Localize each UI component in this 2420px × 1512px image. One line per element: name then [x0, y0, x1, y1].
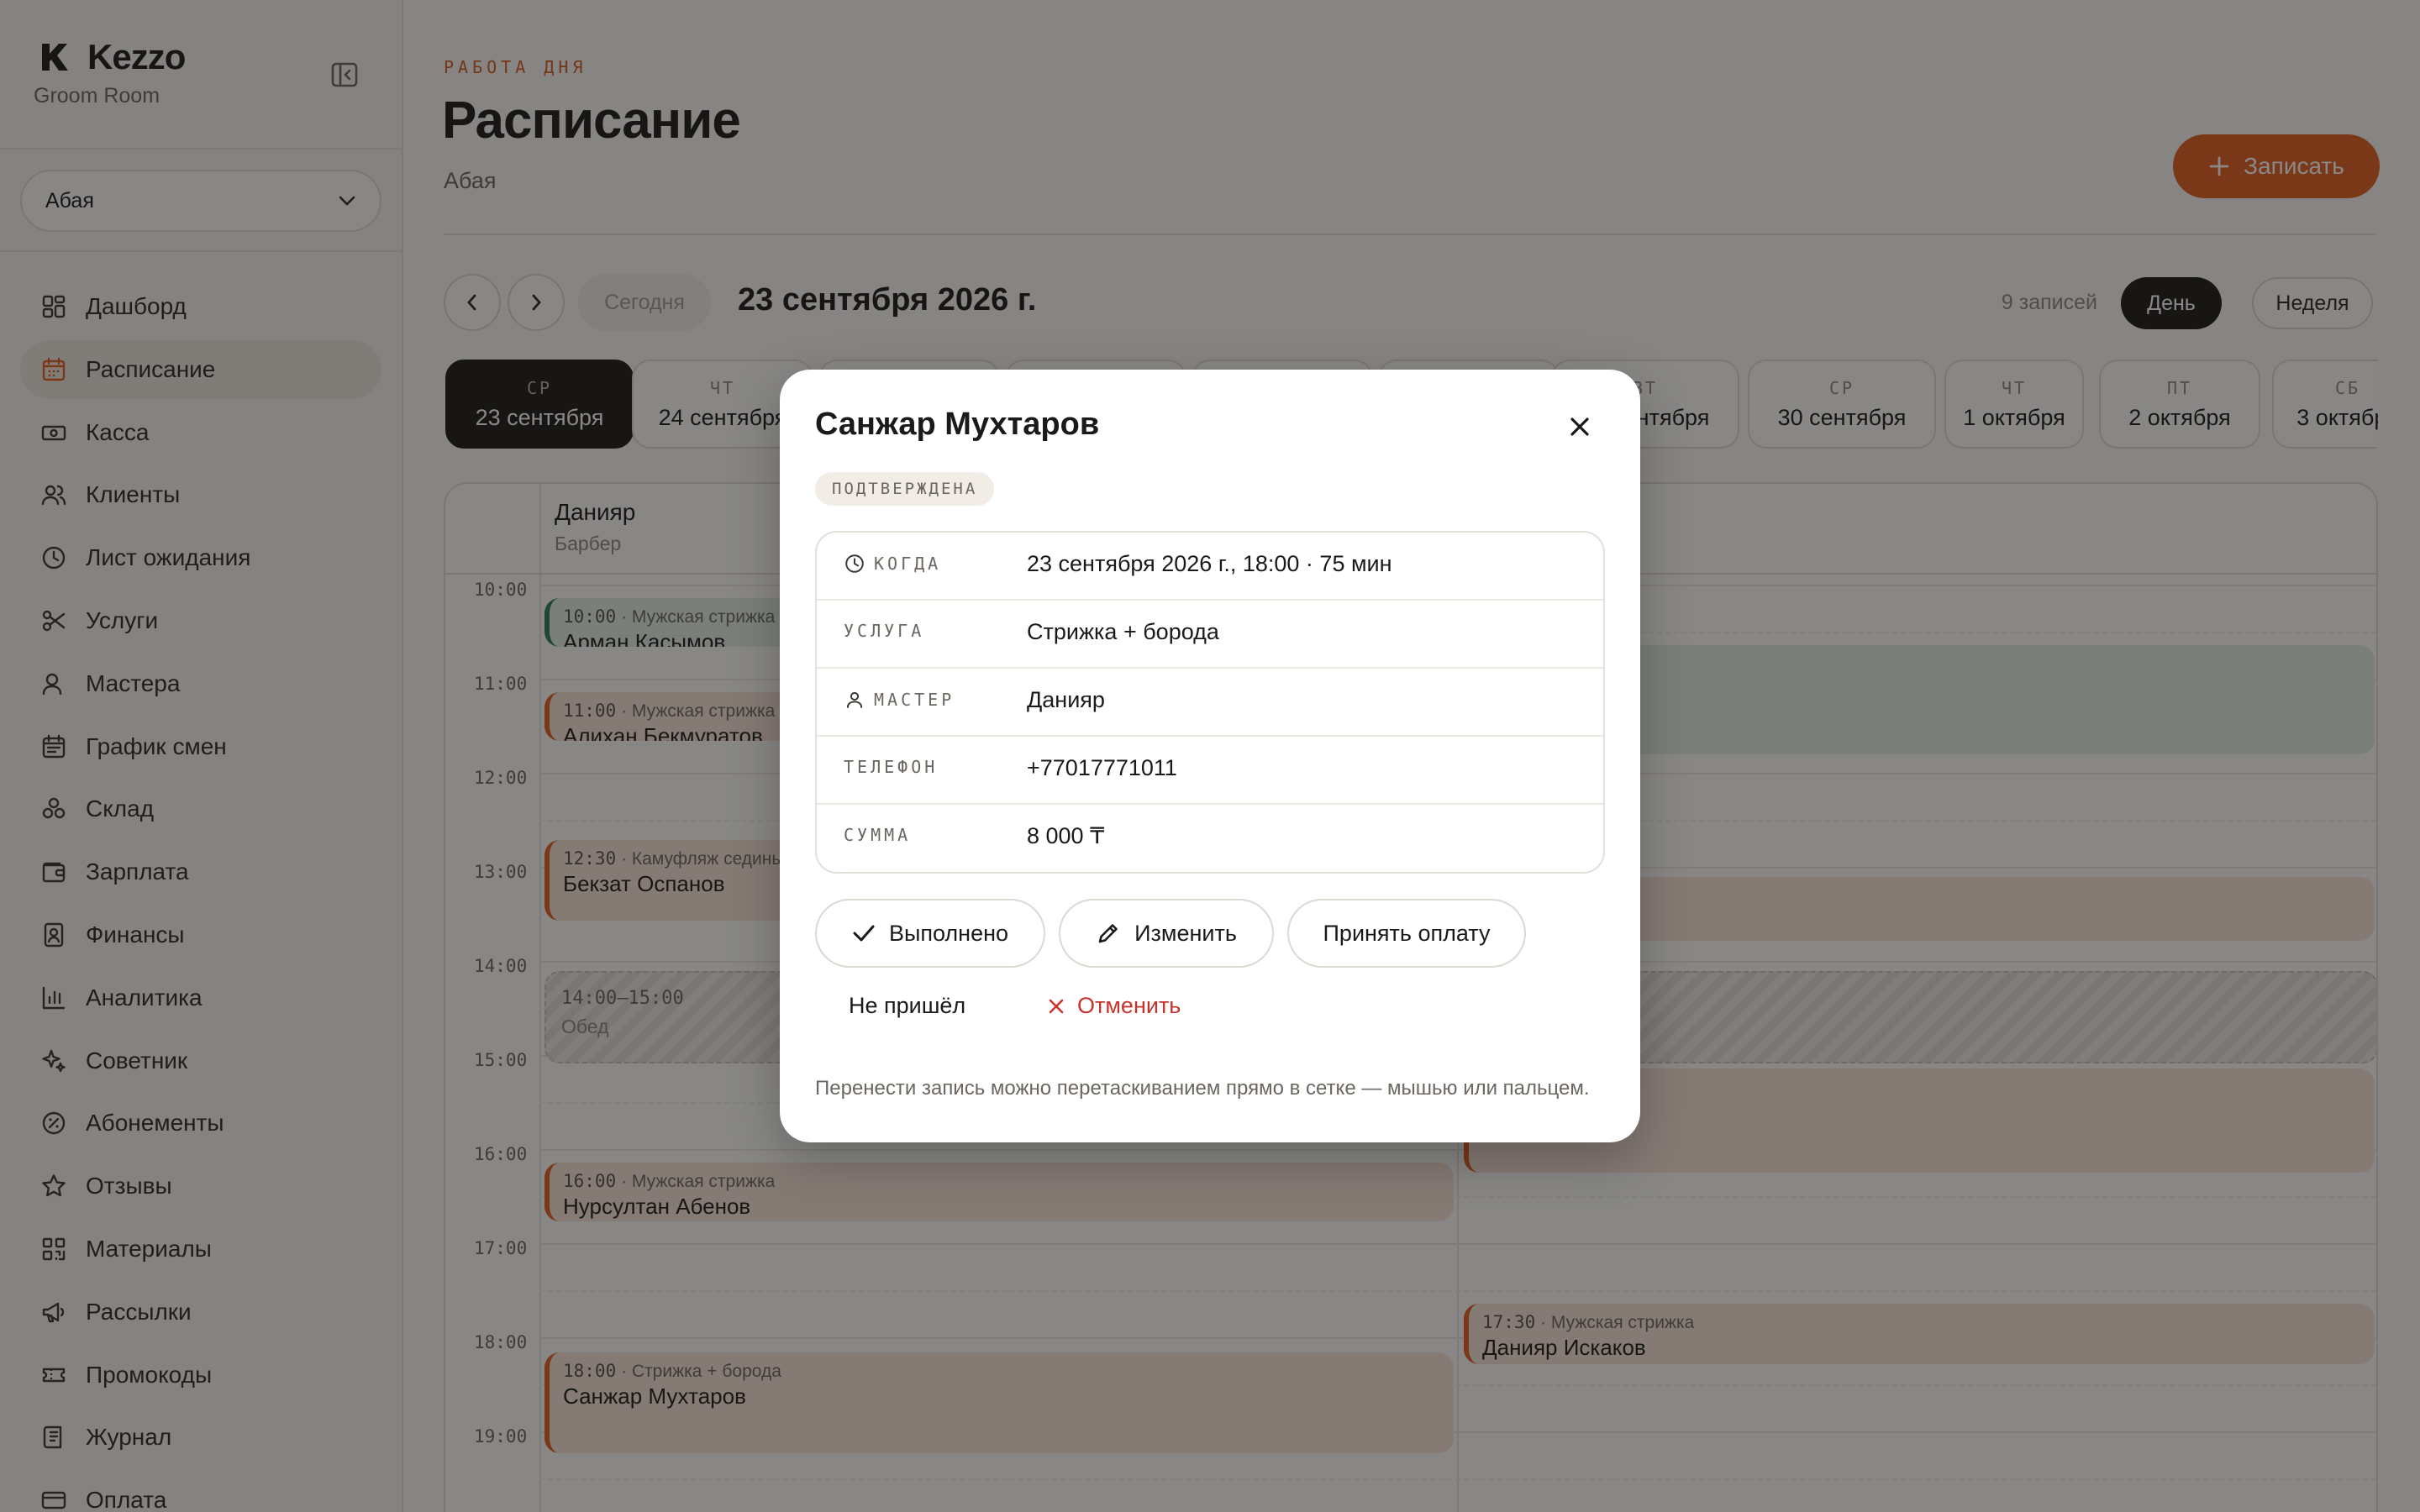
modal-title: Санжар Мухтаров [815, 407, 1100, 442]
check-icon [853, 925, 875, 942]
appointment-details: КОГДА 23 сентября 2026 г., 18:00 · 75 ми… [815, 531, 1605, 874]
detail-value: 23 сентября 2026 г., 18:00 · 75 мин [1027, 551, 1392, 576]
cancel-appointment-button[interactable]: Отменить [1047, 993, 1181, 1019]
clock-icon [845, 554, 864, 573]
detail-key-label: ТЕЛЕФОН [844, 757, 939, 777]
detail-value: Данияр [1027, 687, 1105, 712]
detail-row: СУММА 8 000 ₸ [817, 805, 1603, 872]
detail-key-label: КОГДА [874, 554, 942, 574]
detail-value: 8 000 ₸ [1027, 823, 1105, 848]
detail-row: КОГДА 23 сентября 2026 г., 18:00 · 75 ми… [817, 533, 1603, 601]
detail-key: ТЕЛЕФОН [844, 757, 938, 777]
detail-key: МАСТЕР [844, 689, 955, 711]
no-show-label: Не пришёл [849, 993, 966, 1018]
detail-row: УСЛУГА Стрижка + борода [817, 601, 1603, 669]
detail-key: СУММА [844, 825, 911, 845]
mark-done-button[interactable]: Выполнено [815, 899, 1045, 968]
detail-value: +77017771011 [1027, 755, 1177, 780]
appointment-modal: Санжар Мухтаров ПОДТВЕРЖДЕНА КОГДА 23 се… [780, 370, 1640, 1142]
cancel-appointment-label: Отменить [1077, 993, 1181, 1018]
close-icon [1049, 999, 1064, 1013]
accept-payment-button[interactable]: Принять оплату [1287, 899, 1526, 968]
detail-key: УСЛУГА [844, 621, 924, 641]
detail-key-label: СУММА [844, 825, 912, 845]
detail-value: Стрижка + борода [1027, 619, 1219, 644]
status-badge: ПОДТВЕРЖДЕНА [815, 472, 995, 506]
no-show-button[interactable]: Не пришёл [849, 993, 965, 1019]
drag-hint: Перенести запись можно перетаскиванием п… [815, 1077, 1590, 1100]
detail-key: КОГДА [844, 553, 941, 575]
edit-button[interactable]: Изменить [1059, 899, 1274, 968]
close-icon[interactable] [1563, 410, 1597, 444]
edit-label: Изменить [1134, 920, 1237, 946]
detail-row: ТЕЛЕФОН +77017771011 [817, 737, 1603, 805]
mark-done-label: Выполнено [888, 920, 1009, 946]
pencil-icon [1098, 924, 1118, 943]
user-icon [846, 691, 863, 708]
detail-key-label: УСЛУГА [844, 621, 925, 641]
detail-key-label: МАСТЕР [874, 690, 955, 710]
detail-row: МАСТЕР Данияр [817, 669, 1603, 737]
